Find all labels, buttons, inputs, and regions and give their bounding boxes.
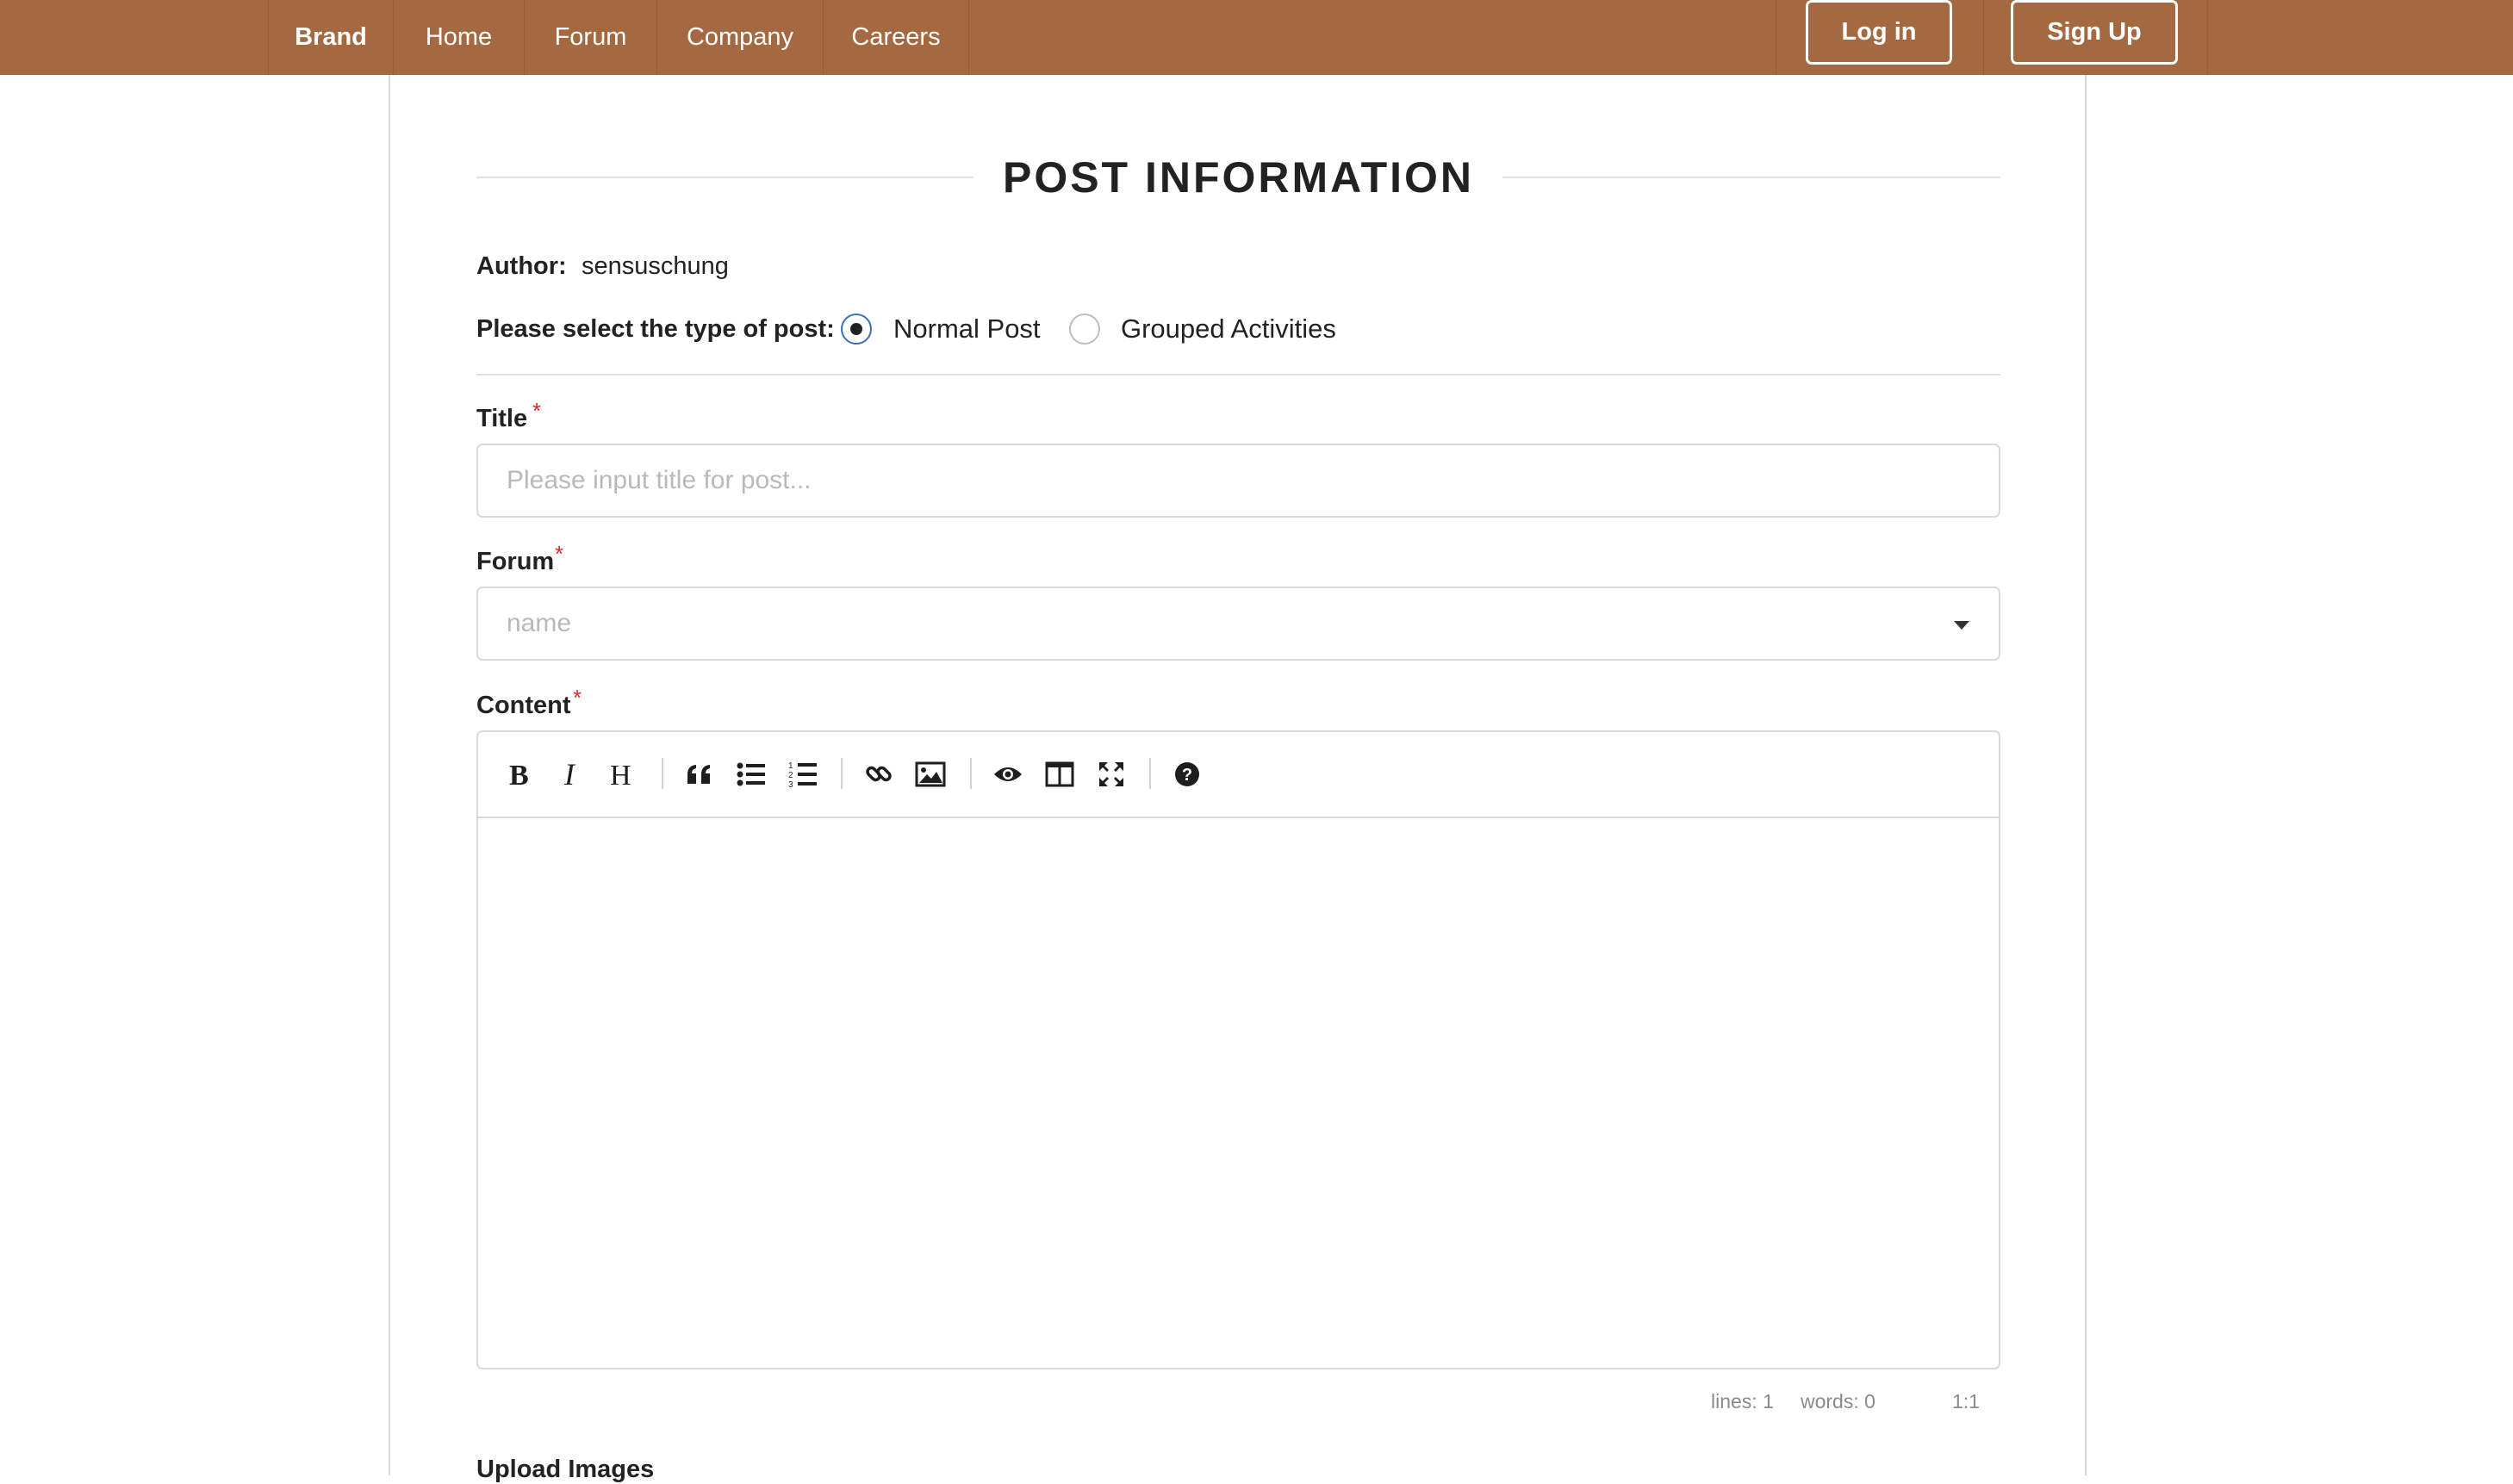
toolbar-separator [1149, 758, 1151, 789]
title-input[interactable]: Please input title for post... [476, 444, 2000, 518]
ordered-list-icon[interactable]: 1 2 3 [784, 755, 822, 793]
svg-text:I: I [563, 760, 576, 789]
radio-grouped-activities[interactable] [1069, 314, 1100, 345]
nav-separator [2207, 0, 2208, 75]
top-navbar: Brand Home Forum Company Careers Log in … [0, 0, 2513, 75]
svg-text:B: B [509, 760, 529, 789]
forum-select[interactable]: name [476, 587, 2000, 661]
radio-grouped-activities-label[interactable]: Grouped Activities [1121, 314, 1336, 345]
signup-button[interactable]: Sign Up [2011, 0, 2178, 65]
author-label: Author: [476, 252, 567, 280]
toolbar-separator [662, 758, 663, 789]
required-marker: * [555, 541, 564, 567]
svg-text:3: 3 [788, 780, 793, 788]
bold-icon[interactable]: B [501, 755, 539, 793]
italic-icon[interactable]: I [553, 755, 591, 793]
nav-item-company[interactable]: Company [656, 0, 823, 75]
chevron-down-icon [1954, 621, 1969, 630]
markdown-editor [476, 730, 2000, 1369]
svg-text:H: H [610, 760, 631, 789]
editor-status-words: words: 0 [1801, 1390, 1875, 1413]
forum-select-placeholder: name [507, 609, 572, 637]
link-icon[interactable] [860, 755, 898, 793]
form-divider [476, 374, 2000, 376]
required-marker: * [573, 685, 582, 711]
nav-item-careers[interactable]: Careers [823, 0, 969, 75]
radio-normal-post-label[interactable]: Normal Post [893, 314, 1041, 345]
forum-label: Forum [476, 548, 555, 575]
fullscreen-icon[interactable] [1092, 755, 1130, 793]
required-marker: * [532, 398, 542, 424]
nav-brand[interactable]: Brand [268, 0, 393, 75]
post-type-label: Please select the type of post: [476, 315, 835, 343]
svg-text:2: 2 [788, 771, 793, 780]
image-icon[interactable] [911, 755, 949, 793]
heading-icon[interactable]: H [605, 755, 643, 793]
side-by-side-icon[interactable] [1041, 755, 1079, 793]
toolbar-separator [841, 758, 843, 789]
help-icon[interactable]: ? [1168, 755, 1206, 793]
section-heading-row: POST INFORMATION [476, 146, 2000, 208]
content-label: Content [476, 692, 571, 719]
login-button[interactable]: Log in [1806, 0, 1952, 65]
toolbar-separator [970, 758, 972, 789]
editor-status-lines: lines: 1 [1711, 1390, 1774, 1413]
unordered-list-icon[interactable] [732, 755, 770, 793]
svg-text:1: 1 [788, 761, 793, 771]
page-title: POST INFORMATION [1002, 153, 1475, 202]
title-label: Title [476, 405, 528, 432]
radio-normal-post[interactable] [841, 314, 872, 345]
preview-icon[interactable] [989, 755, 1027, 793]
nav-separator [1983, 0, 1984, 75]
editor-status-cursor: 1:1 [1952, 1390, 1980, 1413]
upload-images-label: Upload Images [476, 1456, 655, 1483]
author-value: sensuschung [582, 252, 729, 280]
nav-item-forum[interactable]: Forum [524, 0, 656, 75]
svg-text:?: ? [1182, 766, 1192, 785]
quote-icon[interactable] [681, 755, 718, 793]
nav-item-home[interactable]: Home [393, 0, 524, 75]
